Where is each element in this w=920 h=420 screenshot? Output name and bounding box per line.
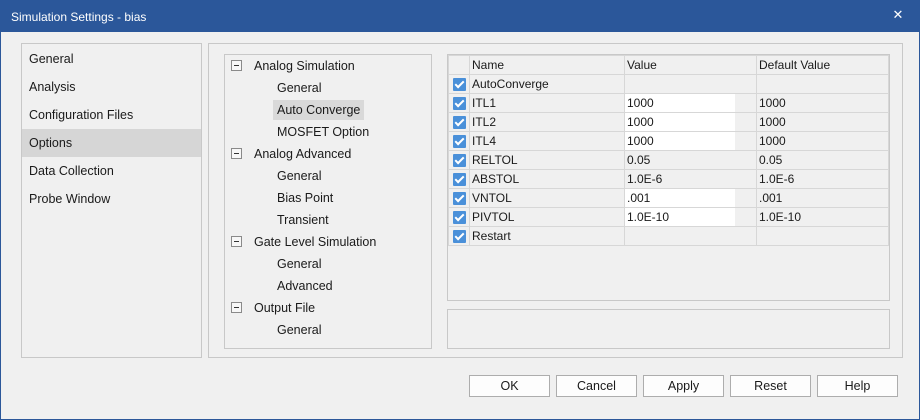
param-name: ITL4 bbox=[469, 131, 625, 151]
param-name: AutoConverge bbox=[469, 74, 625, 94]
tree-node-general[interactable]: General bbox=[273, 320, 325, 340]
grid-header-checkbox bbox=[448, 55, 470, 75]
param-name: ABSTOL bbox=[469, 169, 625, 189]
table-row: PIVTOL 1.0E-10 1.0E-10 bbox=[448, 207, 889, 227]
row-checkbox[interactable] bbox=[452, 78, 466, 92]
param-value-input[interactable]: .001 bbox=[625, 189, 735, 207]
column-header-name[interactable]: Name bbox=[469, 55, 625, 75]
help-button[interactable]: Help bbox=[817, 375, 898, 397]
row-checkbox[interactable] bbox=[452, 173, 466, 187]
param-name: PIVTOL bbox=[469, 207, 625, 227]
param-name: ITL2 bbox=[469, 112, 625, 132]
param-name: Restart bbox=[469, 226, 625, 246]
collapse-icon[interactable] bbox=[231, 302, 242, 313]
param-value[interactable]: 0.05 bbox=[626, 152, 756, 169]
param-name: VNTOL bbox=[469, 188, 625, 208]
table-row: RELTOL 0.05 0.05 bbox=[448, 150, 889, 170]
close-icon[interactable]: ✕ bbox=[883, 3, 913, 27]
tree-node-label: Gate Level Simulation bbox=[254, 235, 377, 249]
param-value[interactable]: 1.0E-6 bbox=[626, 171, 756, 188]
param-default bbox=[756, 226, 889, 246]
tree-node-transient[interactable]: Transient bbox=[273, 210, 333, 230]
table-row: ABSTOL 1.0E-6 1.0E-6 bbox=[448, 169, 889, 189]
tree-node-label: Output File bbox=[254, 301, 316, 315]
reset-button[interactable]: Reset bbox=[730, 375, 811, 397]
nav-item-analysis[interactable]: Analysis bbox=[22, 73, 201, 101]
nav-item-general[interactable]: General bbox=[22, 45, 201, 73]
param-default: 1000 bbox=[756, 112, 889, 132]
options-tree: Analog Simulation General Auto Converge … bbox=[224, 54, 432, 349]
description-panel bbox=[447, 309, 890, 349]
column-header-default-value[interactable]: Default Value bbox=[756, 55, 889, 75]
tree-node-output-file[interactable]: Output File bbox=[231, 298, 315, 318]
param-default: 1000 bbox=[756, 93, 889, 113]
ok-button[interactable]: OK bbox=[469, 375, 550, 397]
row-checkbox[interactable] bbox=[452, 97, 466, 111]
row-checkbox[interactable] bbox=[452, 230, 466, 244]
cancel-button[interactable]: Cancel bbox=[556, 375, 637, 397]
collapse-icon[interactable] bbox=[231, 148, 242, 159]
grid-header-row: Name Value Default Value bbox=[448, 55, 889, 75]
tree-node-general[interactable]: General bbox=[273, 166, 325, 186]
column-header-value[interactable]: Value bbox=[624, 55, 757, 75]
tree-node-label: Analog Advanced bbox=[254, 147, 352, 161]
param-value[interactable] bbox=[626, 76, 756, 93]
nav-item-data-collection[interactable]: Data Collection bbox=[22, 157, 201, 185]
table-row: VNTOL .001 .001 bbox=[448, 188, 889, 208]
tree-node-general[interactable]: General bbox=[273, 254, 325, 274]
param-value-input[interactable]: 1000 bbox=[625, 113, 735, 131]
row-checkbox[interactable] bbox=[452, 211, 466, 225]
window-title: Simulation Settings - bias bbox=[11, 10, 147, 24]
apply-button[interactable]: Apply bbox=[643, 375, 724, 397]
property-grid: Name Value Default Value AutoConverge IT… bbox=[447, 54, 890, 301]
settings-dialog: Simulation Settings - bias ✕ General Ana… bbox=[0, 0, 920, 420]
nav-item-options[interactable]: Options bbox=[22, 129, 201, 157]
row-checkbox[interactable] bbox=[452, 154, 466, 168]
param-default: 1.0E-10 bbox=[756, 207, 889, 227]
title-bar: Simulation Settings - bias ✕ bbox=[1, 1, 919, 32]
param-value-input[interactable]: 1.0E-10 bbox=[625, 208, 735, 226]
param-value[interactable] bbox=[626, 228, 756, 245]
table-row: Restart bbox=[448, 226, 889, 246]
param-value-input[interactable]: 1000 bbox=[625, 94, 735, 112]
param-default bbox=[756, 74, 889, 94]
param-value-input[interactable]: 1000 bbox=[625, 132, 735, 150]
table-row: AutoConverge bbox=[448, 74, 889, 94]
category-nav: General Analysis Configuration Files Opt… bbox=[21, 43, 202, 358]
param-name: ITL1 bbox=[469, 93, 625, 113]
collapse-icon[interactable] bbox=[231, 60, 242, 71]
tree-node-advanced[interactable]: Advanced bbox=[273, 276, 337, 296]
table-row: ITL2 1000 1000 bbox=[448, 112, 889, 132]
tree-node-auto-converge[interactable]: Auto Converge bbox=[273, 100, 365, 120]
param-default: 1.0E-6 bbox=[756, 169, 889, 189]
param-name: RELTOL bbox=[469, 150, 625, 170]
tree-node-label: Analog Simulation bbox=[254, 59, 355, 73]
tree-node-mosfet-option[interactable]: MOSFET Option bbox=[273, 122, 373, 142]
param-default: 0.05 bbox=[756, 150, 889, 170]
row-checkbox[interactable] bbox=[452, 116, 466, 130]
tree-node-gate-level-simulation[interactable]: Gate Level Simulation bbox=[231, 232, 376, 252]
table-row: ITL1 1000 1000 bbox=[448, 93, 889, 113]
nav-item-probe-window[interactable]: Probe Window bbox=[22, 185, 201, 213]
row-checkbox[interactable] bbox=[452, 135, 466, 149]
tree-node-general[interactable]: General bbox=[273, 78, 325, 98]
row-checkbox[interactable] bbox=[452, 192, 466, 206]
tree-node-analog-simulation[interactable]: Analog Simulation bbox=[231, 56, 355, 76]
nav-item-configuration-files[interactable]: Configuration Files bbox=[22, 101, 201, 129]
tree-node-analog-advanced[interactable]: Analog Advanced bbox=[231, 144, 351, 164]
param-default: .001 bbox=[756, 188, 889, 208]
table-row: ITL4 1000 1000 bbox=[448, 131, 889, 151]
tree-node-bias-point[interactable]: Bias Point bbox=[273, 188, 337, 208]
param-default: 1000 bbox=[756, 131, 889, 151]
collapse-icon[interactable] bbox=[231, 236, 242, 247]
